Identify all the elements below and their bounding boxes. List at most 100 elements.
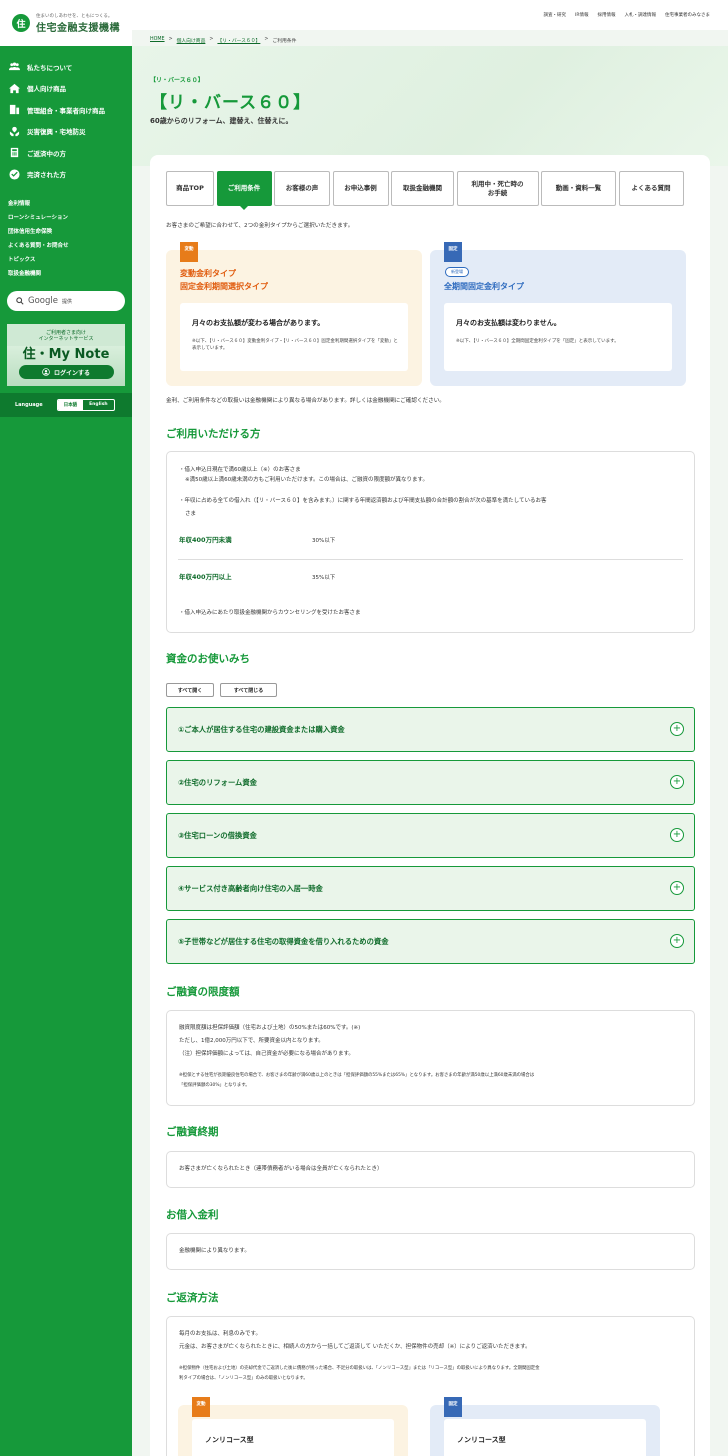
house-icon: [9, 83, 20, 93]
breadcrumb-home[interactable]: HOME: [150, 37, 165, 44]
sub-nav-rates[interactable]: 金利情報: [8, 197, 132, 211]
nav-disaster[interactable]: 災害復興・宅地防災: [0, 121, 132, 143]
breadcrumb-personal[interactable]: 個人向け商品: [177, 37, 206, 44]
eligible-line3: ・年収に占める全ての借入れ（【リ・バース６０】を含みます。）に関する年間返済額お…: [179, 498, 547, 504]
term-heading: ご融資終期: [166, 1126, 219, 1138]
nonrecourse-variable-box: 変動 ノンリコース型: [178, 1397, 408, 1456]
search-input[interactable]: Google 提供: [7, 291, 125, 311]
google-logo: Google: [28, 296, 58, 306]
sub-nav-insurance[interactable]: 団体信用生命保険: [8, 225, 132, 239]
accordion-item[interactable]: ⑤子世帯などが居住する住宅の取得資金を借り入れるための資金 +: [166, 919, 695, 964]
mynote-title: 住・My Note: [22, 347, 110, 362]
income-row1-value: 30%以下: [312, 538, 336, 544]
sub-nav-topics[interactable]: トピックス: [8, 253, 132, 267]
eligible-box: ・借入申込日現在で満60歳以上（※）のお客さま ※満50歳以上満60歳未満の方も…: [166, 451, 695, 633]
rate-note: 金利、ご利用条件などの取扱いは金融機関により異なる場合があります。詳しくは金融機…: [166, 398, 445, 404]
divider: [178, 559, 683, 560]
amount-heading: お借入金利: [166, 1209, 219, 1221]
fixed-rate-box: 固定 新登場 全期間固定金利タイプ 月々のお支払額は変わりません。 ※以下、【リ…: [430, 242, 686, 386]
breadcrumb-sep: >: [264, 37, 269, 42]
nav-about[interactable]: 私たちについて: [0, 56, 132, 78]
site-logo[interactable]: 住 住まいのしあわせを、ともにつくる。 住宅金融支援機構: [0, 0, 132, 46]
nav-label: 私たちについて: [27, 63, 73, 72]
expand-all-button[interactable]: すべて開く: [166, 683, 214, 697]
topnav-ir[interactable]: IR情報: [575, 12, 588, 18]
sub-nav-institutions[interactable]: 取扱金融機関: [8, 267, 132, 281]
accordion-label: ④サービス付き高齢者向け住宅の入居一時金: [178, 883, 323, 893]
intro-text: お客さまのご希望に合わせて、2つの金利タイプからご選択いただきます。: [166, 223, 354, 229]
plus-icon[interactable]: +: [670, 722, 684, 736]
topnav-research[interactable]: 調査・研究: [544, 12, 567, 18]
topnav-recruit[interactable]: 採用情報: [598, 12, 616, 18]
nav-label: 完済された方: [27, 171, 66, 180]
uses-heading: 資金のお使いみち: [166, 653, 250, 665]
tab-videos[interactable]: 動画・資料一覧: [541, 171, 616, 206]
variable-title-line2: 固定金利期間選択タイプ: [180, 282, 268, 291]
term-text: お客さまが亡くなられたとき（連帯債務者がいる場合は全員が亡くなられたとき）: [179, 1166, 383, 1172]
income-row2-value: 35%以下: [312, 575, 336, 581]
nav-completed[interactable]: 完済された方: [0, 164, 132, 186]
eligible-line4: ・借入申込みにあたり取扱金融機関からカウンセリングを受けたお客さま: [179, 610, 361, 616]
tab-voices[interactable]: お客様の声: [274, 171, 330, 206]
plus-icon[interactable]: +: [670, 934, 684, 948]
variable-rate-note: ※以下、【リ・バース６０】変動金利タイプ・【リ・バース６０】固定金利期間選択タイ…: [192, 339, 398, 351]
accordion-item[interactable]: ①ご本人が居住する住宅の建設資金または購入資金 +: [166, 707, 695, 752]
nonrecourse-fixed-box: 固定 ノンリコース型: [430, 1397, 660, 1456]
repay-note2: 利タイプの場合は、「ノンリコース型」のみの取扱いとなります。: [179, 1376, 308, 1381]
search-provider-label: 提供: [61, 298, 72, 305]
tab-conditions[interactable]: ご利用条件: [216, 171, 272, 210]
collapse-all-button[interactable]: すべて閉じる: [220, 683, 277, 697]
nonrecourse-label: ノンリコース型: [457, 1436, 506, 1444]
mynote-banner[interactable]: ご利用者さま向け インターネットサービス 住・My Note ログインする: [7, 324, 125, 386]
nav-business[interactable]: 管理組合・事業者向け商品: [0, 99, 132, 121]
login-button[interactable]: ログインする: [18, 365, 114, 379]
repay-line2: 元金は、お客さまが亡くなられたときに、相続人の方から一括してご返済して いただく…: [179, 1344, 531, 1350]
tab-cases[interactable]: お申込事例: [332, 171, 389, 206]
nav-label: 個人向け商品: [27, 85, 66, 94]
limit-line1: 融資限度額は担保評価額（住宅および土地）の50%または60%です。(※): [179, 1025, 361, 1031]
fixed-rate-note: ※以下、【リ・バース６０】全期間固定金利タイプを「固定」と表示しています。: [456, 339, 619, 344]
plus-icon[interactable]: +: [670, 775, 684, 789]
sub-nav-simulation[interactable]: ローンシミュレーション: [8, 211, 132, 225]
eligible-line3b: さま: [185, 511, 197, 517]
hands-icon: [9, 126, 20, 136]
term-box: お客さまが亡くなられたとき（連帯債務者がいる場合は全員が亡くなられたとき）: [166, 1151, 695, 1188]
main-nav: 私たちについて 個人向け商品 管理組合・事業者向け商品 災害復興・宅地防災 ご返…: [0, 46, 132, 185]
page-subtitle: 【リ・バース６０】: [150, 77, 204, 84]
fixed-tag: 固定: [444, 242, 462, 262]
nav-repaying[interactable]: ご返済中の方: [0, 142, 132, 164]
limit-box: 融資限度額は担保評価額（住宅および土地）の50%または60%です。(※) ただし…: [166, 1010, 695, 1106]
lang-en-button[interactable]: English: [83, 400, 113, 410]
accordion-item[interactable]: ③住宅ローンの借換資金 +: [166, 813, 695, 858]
variable-tag: 変動: [180, 242, 198, 262]
accordion-item[interactable]: ②住宅のリフォーム資金 +: [166, 760, 695, 805]
accordion-label: ③住宅ローンの借換資金: [178, 830, 257, 840]
breadcrumb-product[interactable]: 【リ・バース６０】: [217, 37, 260, 44]
variable-rate-title: 変動金利タイプ 固定金利期間選択タイプ: [180, 267, 268, 293]
tab-faq[interactable]: よくある質問: [618, 171, 684, 206]
sub-nav-faq[interactable]: よくある質問・お問合せ: [8, 239, 132, 253]
nav-label: 管理組合・事業者向け商品: [27, 106, 105, 115]
lang-ja-button[interactable]: 日本語: [57, 400, 84, 410]
repay-note1: ※担保物件（住宅および土地）の売却代金でご返済した後に債務が残った場合、不足分の…: [179, 1366, 540, 1371]
tab-procedures[interactable]: 利用中・死亡時の お手続: [456, 171, 539, 206]
tab-institutions[interactable]: 取扱金融機関: [391, 171, 454, 206]
logo-name: 住宅金融支援機構: [36, 22, 120, 34]
topnav-builders[interactable]: 住宅事業者のみなさま: [665, 12, 710, 18]
plus-icon[interactable]: +: [670, 881, 684, 895]
nav-personal[interactable]: 個人向け商品: [0, 78, 132, 100]
limit-note2: 「担保評価額の30%」となります。: [179, 1083, 250, 1088]
plus-icon[interactable]: +: [670, 828, 684, 842]
limit-line2: ただし、1億2,000万円以下で、所要資金以内となります。: [179, 1038, 324, 1044]
accordion-label: ⑤子世帯などが居住する住宅の取得資金を借り入れるための資金: [178, 936, 389, 946]
accordion-item[interactable]: ④サービス付き高齢者向け住宅の入居一時金 +: [166, 866, 695, 911]
variable-title-line1: 変動金利タイプ: [180, 269, 236, 278]
language-switcher: Language 日本語 English: [0, 393, 132, 417]
income-row1-label: 年収400万円未満: [179, 536, 232, 544]
fixed-tag: 固定: [444, 1397, 462, 1417]
check-circle-icon: [9, 169, 20, 180]
tab-product-top[interactable]: 商品TOP: [166, 171, 214, 206]
topnav-bidding[interactable]: 入札・調達情報: [625, 12, 657, 18]
variable-tag: 変動: [192, 1397, 210, 1417]
language-label: Language: [15, 402, 43, 408]
